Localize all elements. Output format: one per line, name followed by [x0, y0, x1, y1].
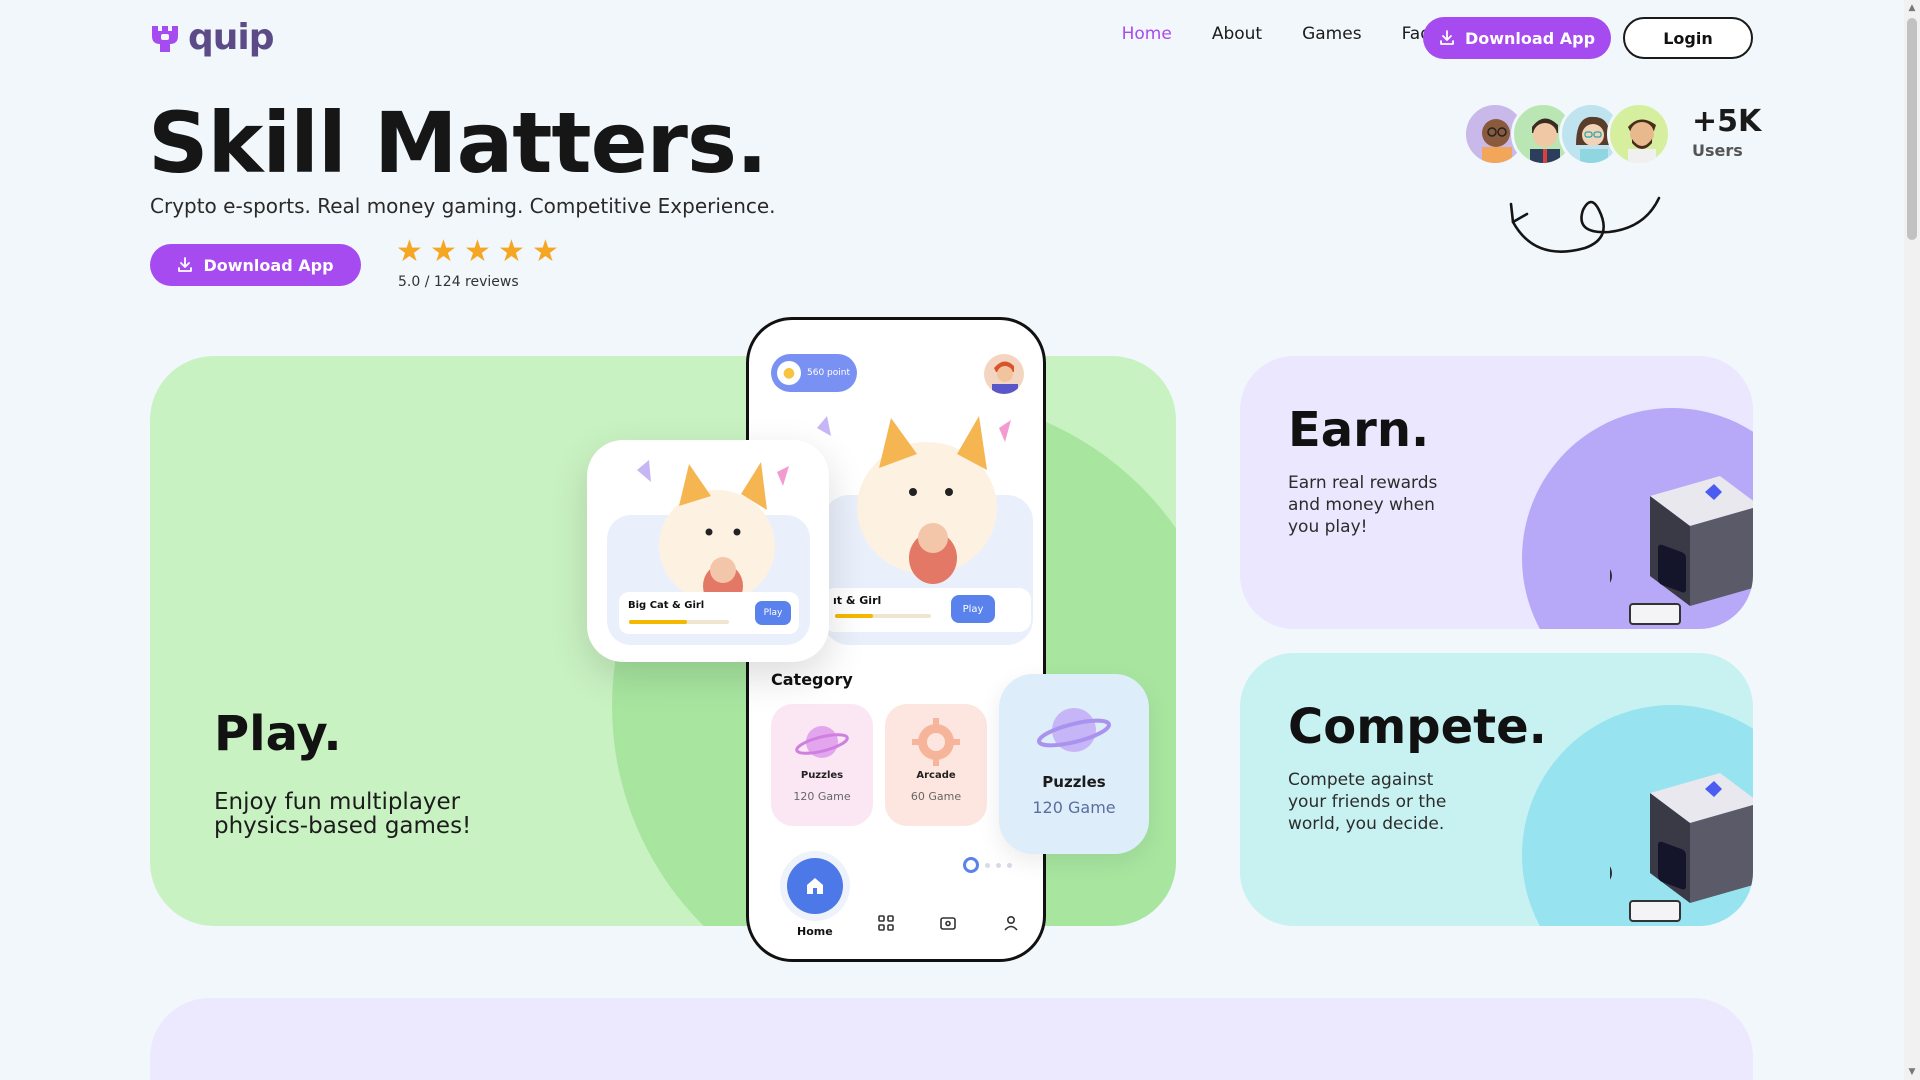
scroll-up-icon[interactable]: ▲ — [1907, 3, 1917, 13]
earn-title: Earn. — [1288, 402, 1430, 458]
login-label: Login — [1663, 28, 1713, 48]
star-icon: ★ — [464, 234, 491, 269]
cat-girl-illustration — [817, 416, 1011, 584]
popup-game-progress — [629, 620, 729, 624]
star-icon: ★ — [532, 234, 559, 269]
hero-download-label: Download App — [203, 255, 334, 275]
star-icon: ★ — [498, 234, 525, 269]
scrollbar-thumb[interactable] — [1907, 18, 1917, 240]
next-section-panel — [150, 998, 1753, 1080]
featured-category-count: 120 Game — [1032, 798, 1116, 817]
gear-icon — [912, 718, 960, 766]
users-label: Users — [1692, 141, 1743, 160]
hero-download-app-button[interactable]: Download App — [150, 244, 361, 286]
arcade-machine-illustration — [1610, 476, 1753, 625]
logo-icon — [152, 26, 178, 52]
user-icon[interactable] — [1002, 914, 1020, 932]
carousel-dot[interactable] — [996, 862, 1001, 868]
user-avatars — [1463, 102, 1671, 166]
profile-avatar[interactable] — [984, 354, 1024, 394]
popup-play-button[interactable]: Play — [755, 601, 791, 625]
nav-download-label: Download App — [1464, 28, 1596, 48]
download-icon — [178, 257, 193, 272]
nav-link-home[interactable]: Home — [1122, 24, 1172, 44]
category-tile-puzzles[interactable]: Puzzles 120 Game — [771, 704, 873, 826]
ticket-icon[interactable] — [939, 914, 957, 932]
brand-logo[interactable]: quip — [150, 17, 275, 58]
feature-play-button[interactable]: Play — [951, 595, 995, 623]
carousel-dot[interactable] — [1007, 862, 1012, 868]
popup-game-title: Big Cat & Girl — [628, 600, 705, 611]
earn-card: Earn. Earn real rewards and money when y… — [1240, 356, 1753, 629]
points-text: 560 point — [807, 368, 850, 378]
play-description: Enjoy fun multiplayer physics-based game… — [214, 789, 472, 839]
featured-category-tile[interactable]: Puzzles 120 Game — [999, 674, 1149, 854]
rating-stars: ★ ★ ★ ★ ★ — [396, 234, 559, 269]
hero-subtitle: Crypto e-sports. Real money gaming. Comp… — [150, 194, 776, 218]
category-heading: Category — [771, 670, 853, 689]
category-name: Puzzles — [800, 770, 844, 781]
home-tab-label: Home — [797, 925, 833, 938]
points-badge[interactable]: ● 560 point — [771, 354, 857, 392]
top-navigation: quip Home About Games Faq Download App L… — [0, 0, 1920, 78]
hero-title: Skill Matters. — [148, 94, 768, 192]
carousel-dot[interactable] — [985, 862, 990, 868]
star-icon: ★ — [396, 234, 423, 269]
play-title: Play. — [214, 706, 342, 762]
star-icon: ★ — [430, 234, 457, 269]
feature-game-title: ıt & Girl — [833, 594, 882, 607]
featured-category-name: Puzzles — [1042, 773, 1106, 791]
brand-name: quip — [188, 17, 275, 58]
avatar — [1607, 102, 1671, 166]
category-name: Arcade — [916, 770, 956, 781]
scroll-down-icon[interactable]: ▼ — [1907, 1067, 1917, 1077]
arrow-scribble-icon — [1509, 196, 1661, 253]
feature-game-progress — [835, 614, 931, 618]
download-icon — [1440, 30, 1454, 45]
planet-icon — [795, 726, 849, 758]
nav-link-about[interactable]: About — [1212, 24, 1262, 44]
arcade-machine-illustration — [1610, 773, 1753, 922]
compete-title: Compete. — [1288, 699, 1547, 755]
grid-icon[interactable] — [877, 914, 895, 932]
planet-icon — [1037, 708, 1111, 752]
cat-girl-illustration — [637, 460, 789, 608]
popup-game-card[interactable]: Big Cat & Girl Play — [587, 440, 829, 662]
nav-download-app-button[interactable]: Download App — [1423, 17, 1611, 59]
compete-card: Compete. Compete against your friends or… — [1240, 653, 1753, 926]
category-count: 120 Game — [793, 790, 851, 803]
carousel-dot-active[interactable] — [963, 857, 979, 873]
home-icon — [807, 878, 823, 894]
nav-links: Home About Games Faq — [1122, 24, 1431, 44]
users-count: +5K — [1692, 104, 1762, 139]
category-tile-arcade[interactable]: Arcade 60 Game — [885, 704, 987, 826]
reviews-text: 5.0 / 124 reviews — [398, 274, 519, 290]
earn-description: Earn real rewards and money when you pla… — [1288, 473, 1438, 537]
home-tab-button[interactable] — [787, 858, 843, 914]
category-count: 60 Game — [910, 790, 962, 803]
compete-description: Compete against your friends or the worl… — [1288, 770, 1447, 834]
coin-icon: ● — [777, 361, 801, 385]
carousel-dots — [963, 857, 1012, 873]
login-button[interactable]: Login — [1623, 17, 1753, 59]
nav-link-games[interactable]: Games — [1302, 24, 1361, 44]
